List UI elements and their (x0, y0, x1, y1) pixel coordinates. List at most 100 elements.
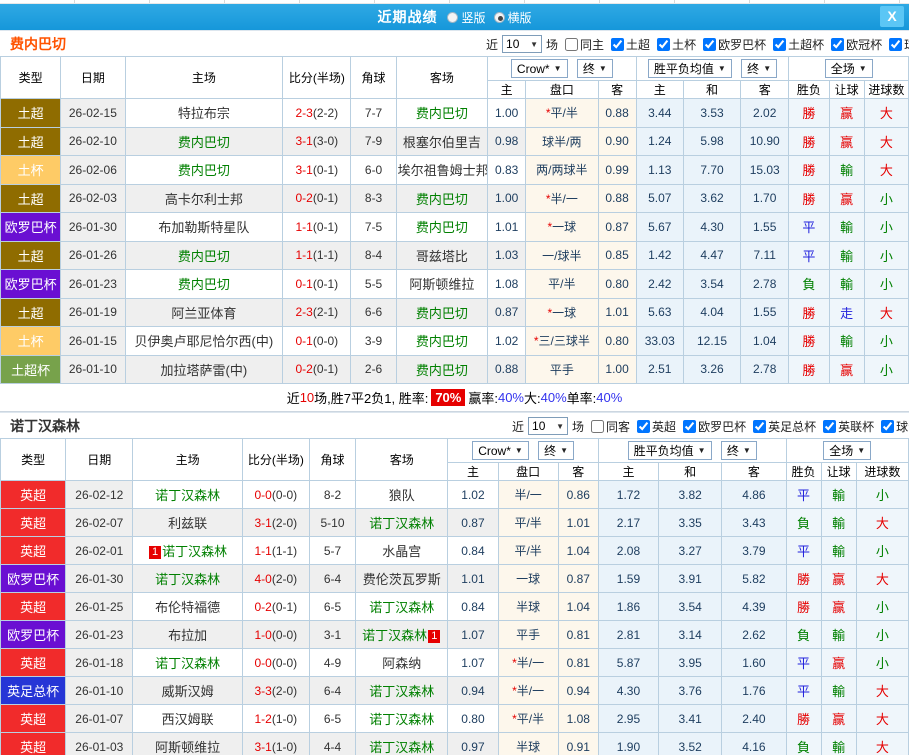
league-checkbox-欧罗巴杯[interactable] (683, 419, 697, 433)
final-avg-select-label: 终 (726, 444, 739, 458)
final-odds-select[interactable]: 终 ▼ (538, 440, 575, 460)
recent-count-select[interactable]: 10 ▼ (502, 35, 543, 53)
summary-count: 10 (299, 390, 315, 405)
league-checkbox-球会友谊[interactable] (889, 37, 903, 51)
company-select[interactable]: Crow* ▼ (472, 441, 529, 461)
horizontal-layout-radio[interactable] (493, 11, 505, 23)
match-type: 英超 (0, 732, 67, 755)
vertical-layout-radio[interactable] (447, 11, 459, 23)
final-avg-select[interactable]: 终 ▼ (720, 441, 757, 460)
corner-score: 5-5 (350, 269, 397, 299)
chevron-down-icon: ▼ (598, 63, 607, 73)
company-select[interactable]: Crow* ▼ (510, 59, 568, 79)
avg-home: 1.72 (597, 480, 660, 509)
col-score: 比分(半场) (241, 438, 310, 481)
handicap-value: 一球 (516, 572, 541, 586)
spread-flag: 輸 (828, 240, 865, 270)
section-header-nottingham: 诺丁汉森林 近 10 ▼ 场 同客 英超 欧罗巴杯 英足总杯 英联杯 球会友谊 (0, 412, 909, 438)
filters-bar: 近 10 ▼ 场 同主 土超 土杯 欧罗巴杯 土超杯 欧冠杯 球会友谊 (486, 31, 909, 57)
away-team-name: 哥兹塔比 (415, 248, 468, 264)
away-team-name: 费伦茨瓦罗斯 (362, 572, 441, 587)
goals-flag: 小 (863, 269, 909, 299)
handicap-value: 半/一 (516, 656, 545, 670)
home-team: 特拉布宗 (124, 98, 284, 128)
table-row: 欧罗巴杯 26-01-23 费内巴切 0-1(0-1) 5-5 阿斯顿维拉 1.08 平/半 0… (0, 269, 909, 299)
avg-select[interactable]: 胜平负均值 ▼ (647, 59, 732, 78)
handicap: *一球 (525, 297, 599, 327)
avg-away: 4.39 (721, 592, 787, 621)
recent-count-value: 10 (532, 419, 546, 433)
league-checkbox-土超杯[interactable] (773, 37, 787, 51)
league-label: 英超 (652, 419, 677, 434)
corner-score: 4-9 (308, 648, 357, 677)
handicap-value: 半/一 (550, 191, 578, 206)
spread-flag: 赢 (820, 592, 857, 621)
same-venue-checkbox[interactable] (591, 419, 605, 433)
handicap: *半/一 (525, 183, 599, 213)
handicap: 平手 (525, 354, 599, 384)
table-row: 土超 26-02-03 高卡尔利士邦 0-2(0-1) 8-3 费内巴切 1.00 *半/一 0… (0, 183, 909, 213)
close-icon[interactable]: X (880, 6, 904, 27)
fulltime-score: 3-3 (254, 683, 272, 698)
league-checkbox-球会友谊[interactable] (881, 419, 895, 433)
away-odds: 0.87 (597, 212, 637, 242)
col-goals: 进球数 (855, 462, 909, 481)
halftime-score: (1-0) (271, 711, 298, 726)
col-odds-home: 主 (487, 80, 527, 99)
same-venue-checkbox[interactable] (565, 37, 579, 51)
corner-score: 8-2 (308, 480, 357, 509)
scope-select-label: 全场 (829, 444, 854, 458)
away-team-name: 阿森纳 (382, 656, 422, 671)
match-type: 英超 (0, 592, 67, 621)
avg-away: 3.79 (721, 536, 787, 565)
match-score: 0-0(0-0) (241, 480, 310, 509)
avg-home: 1.13 (635, 155, 684, 185)
league-checkbox-英足总杯[interactable] (753, 419, 767, 433)
col-date: 日期 (60, 56, 126, 99)
scope-select[interactable]: 全场 ▼ (824, 59, 873, 78)
table-row: 英超 26-02-01 1 诺丁汉森林 1-1(1-1) 5-7 水晶宫 0.84 平/半 1.0… (0, 536, 909, 565)
away-odds: 0.81 (557, 620, 599, 649)
recent-count-select[interactable]: 10 ▼ (528, 417, 569, 435)
scope-select[interactable]: 全场 ▼ (823, 441, 872, 460)
final-avg-select[interactable]: 终 ▼ (741, 59, 778, 78)
halftime-score: (2-0) (271, 571, 298, 586)
summary-mid: 场,胜7平2负1, 胜率: (314, 391, 429, 406)
league-checkbox-英联杯[interactable] (823, 419, 837, 433)
halftime-score: (0-1) (312, 191, 339, 206)
home-team: 1 诺丁汉森林 (132, 536, 243, 565)
avg-select[interactable]: 胜平负均值 ▼ (627, 441, 712, 460)
halftime-score: (0-1) (312, 276, 339, 291)
avg-home: 1.90 (597, 732, 660, 755)
goals-flag: 小 (863, 183, 909, 213)
home-odds: 0.94 (447, 676, 499, 705)
spread-flag: 赢 (820, 648, 857, 677)
match-date: 26-01-10 (65, 676, 134, 705)
league-checkbox-英超[interactable] (637, 419, 651, 433)
league-label: 欧罗巴杯 (718, 37, 767, 52)
away-odds: 0.90 (597, 126, 637, 156)
league-label: 欧罗巴杯 (698, 419, 747, 434)
result-flag: 平 (788, 212, 830, 242)
home-team-name: 威斯汉姆 (161, 684, 214, 699)
home-team: 阿斯顿维拉 (132, 732, 243, 755)
away-team-name: 费内巴切 (415, 220, 468, 236)
col-score: 比分(半场) (282, 56, 352, 99)
home-team: 贝伊奥卢耶尼恰尔西(中) (124, 326, 284, 356)
league-checkbox-土超[interactable] (611, 37, 625, 51)
table-row: 英超 26-01-07 西汉姆联 1-2(1-0) 6-5 诺丁汉森林 0.80 *平/半 1.… (0, 704, 909, 733)
corner-score: 8-3 (350, 183, 397, 213)
handicap: 一球 (497, 564, 559, 593)
col-avg-away: 客 (740, 80, 790, 99)
match-date: 26-01-23 (65, 620, 134, 649)
league-checkbox-土杯[interactable] (657, 37, 671, 51)
league-checkbox-欧罗巴杯[interactable] (703, 37, 717, 51)
league-label: 土超 (626, 37, 651, 52)
avg-away: 2.40 (721, 704, 787, 733)
results-table-nottingham: 类型 日期 主场 比分(半场) 角球 客场 Crow* ▼ 终 ▼ 胜平负均值 ▼ 终… (0, 438, 909, 755)
league-label: 球会友谊 (896, 419, 909, 434)
handicap: 半球 (497, 592, 559, 621)
avg-home: 4.30 (597, 676, 660, 705)
final-odds-select[interactable]: 终 ▼ (576, 58, 613, 78)
league-checkbox-欧冠杯[interactable] (831, 37, 845, 51)
